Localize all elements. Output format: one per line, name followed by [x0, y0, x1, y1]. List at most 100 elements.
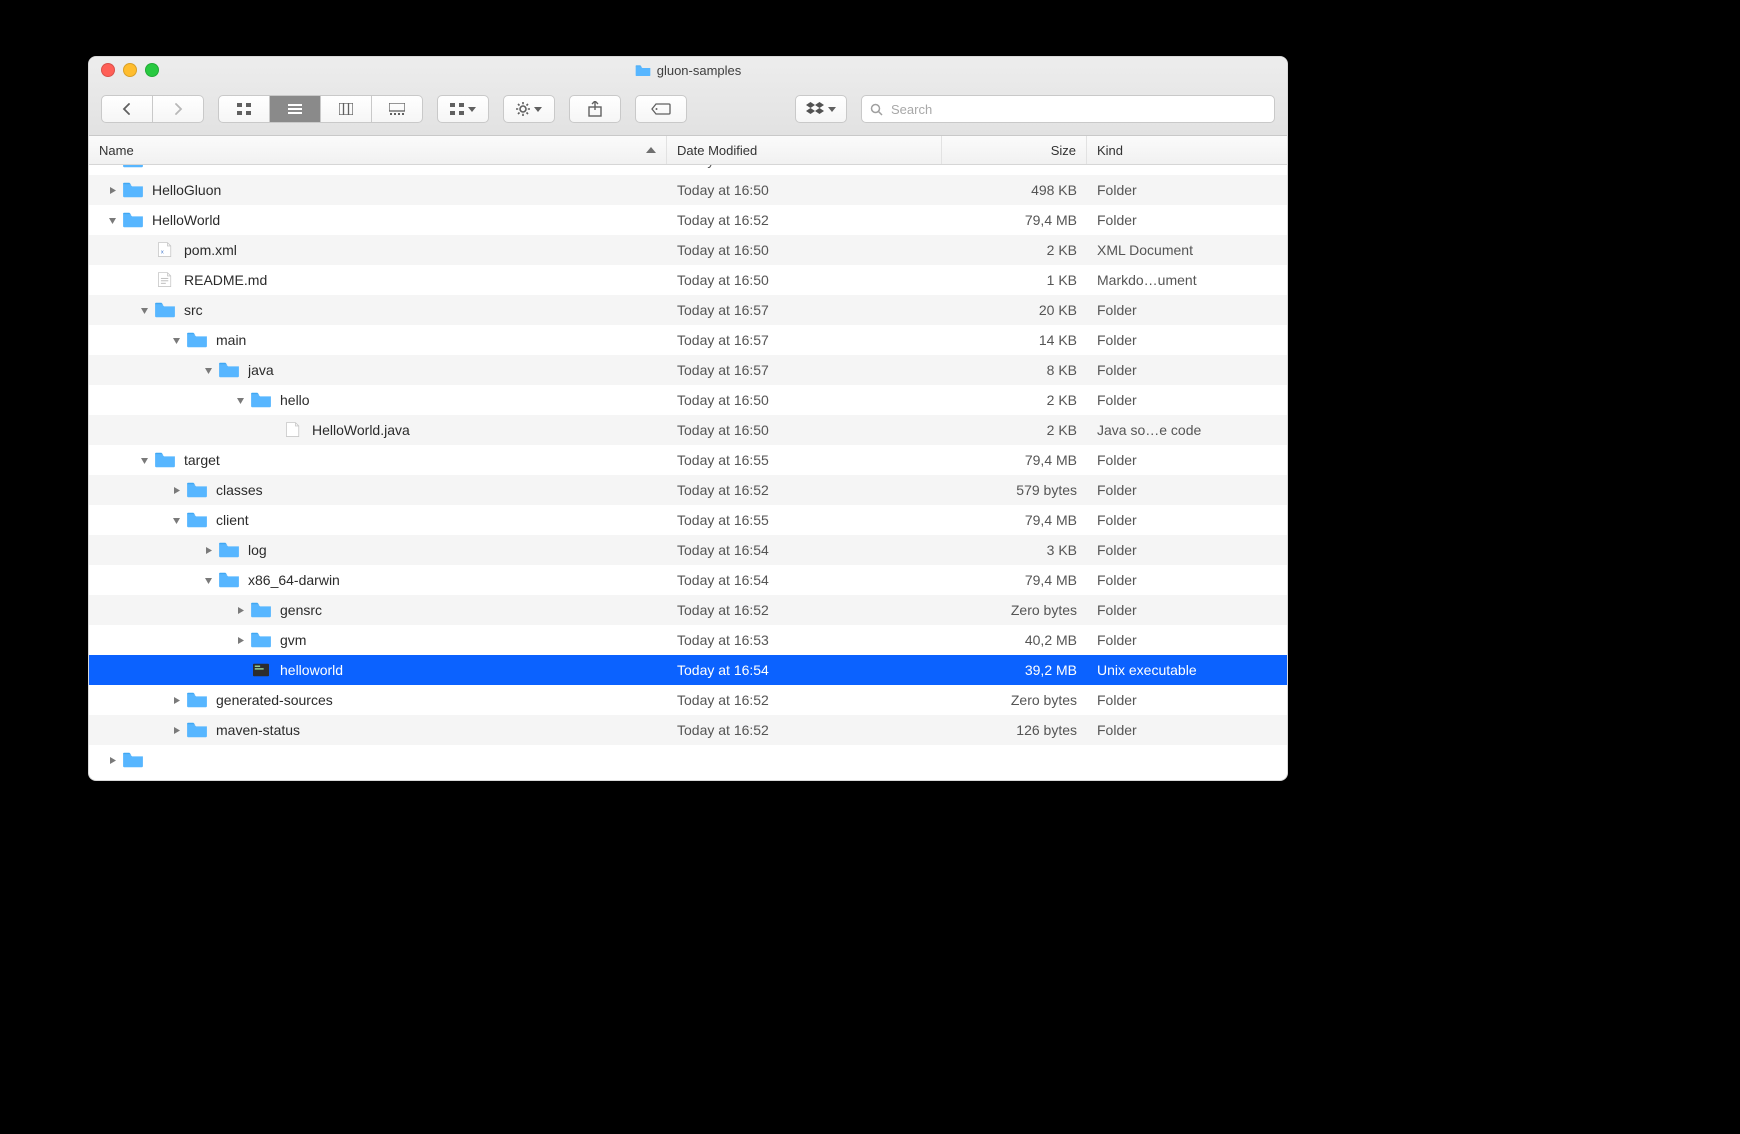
file-row[interactable]: logToday at 16:543 KBFolder [89, 535, 1287, 565]
file-row[interactable]: targetToday at 16:5579,4 MBFolder [89, 445, 1287, 475]
file-row[interactable]: generated-sourcesToday at 16:52Zero byte… [89, 685, 1287, 715]
disclosure-triangle-icon[interactable] [203, 576, 214, 585]
disclosure-triangle-icon[interactable] [235, 606, 246, 615]
window-title: gluon-samples [89, 63, 1287, 78]
gear-icon [516, 102, 530, 116]
file-date: Today at 16:57 [667, 332, 942, 348]
column-header-kind[interactable]: Kind [1087, 136, 1287, 164]
file-list[interactable]: HelloFXMLToday at 16:5013 KBFolderHelloG… [89, 165, 1287, 780]
file-kind: Unix executable [1087, 662, 1287, 678]
file-name: HelloFXML [152, 165, 221, 168]
finder-window: gluon-samples [88, 56, 1288, 781]
file-name: HelloGluon [152, 182, 221, 198]
disclosure-triangle-icon[interactable] [107, 216, 118, 225]
gallery-view-button[interactable] [372, 95, 423, 123]
file-name: pom.xml [184, 242, 237, 258]
column-header-size-label: Size [1051, 143, 1076, 158]
column-header-date[interactable]: Date Modified [667, 136, 942, 164]
javafile-icon [282, 421, 304, 439]
close-button[interactable] [101, 63, 115, 77]
file-name: java [248, 362, 274, 378]
action-menu-button[interactable] [503, 95, 555, 123]
file-date: Today at 16:54 [667, 572, 942, 588]
file-row[interactable]: HelloGluonToday at 16:50498 KBFolder [89, 175, 1287, 205]
file-size: 2 KB [942, 392, 1087, 408]
file-size: 498 KB [942, 182, 1087, 198]
file-row[interactable]: HelloFXMLToday at 16:5013 KBFolder [89, 165, 1287, 175]
file-kind: Folder [1087, 542, 1287, 558]
maximize-button[interactable] [145, 63, 159, 77]
edit-tags-button[interactable] [635, 95, 687, 123]
disclosure-triangle-icon[interactable] [171, 486, 182, 495]
disclosure-triangle-icon[interactable] [235, 396, 246, 405]
file-name: HelloWorld.java [312, 422, 410, 438]
dropbox-button[interactable] [795, 95, 847, 123]
file-name: target [184, 452, 220, 468]
disclosure-triangle-icon[interactable] [171, 516, 182, 525]
file-row[interactable]: srcToday at 16:5720 KBFolder [89, 295, 1287, 325]
disclosure-triangle-icon[interactable] [139, 306, 150, 315]
folder-icon [186, 721, 208, 739]
column-header-name[interactable]: Name [89, 136, 667, 164]
file-kind: Folder [1087, 362, 1287, 378]
file-row[interactable]: HelloWorld.javaToday at 16:502 KBJava so… [89, 415, 1287, 445]
file-date: Today at 16:54 [667, 662, 942, 678]
file-row[interactable]: helloworldToday at 16:5439,2 MBUnix exec… [89, 655, 1287, 685]
file-date: Today at 16:52 [667, 692, 942, 708]
disclosure-triangle-icon[interactable] [171, 726, 182, 735]
file-name: x86_64-darwin [248, 572, 340, 588]
file-kind: Folder [1087, 722, 1287, 738]
file-row[interactable]: README.mdToday at 16:501 KBMarkdo…ument [89, 265, 1287, 295]
back-button[interactable] [101, 95, 153, 123]
column-header-name-label: Name [99, 143, 134, 158]
file-name: gvm [280, 632, 306, 648]
file-row[interactable]: clientToday at 16:5579,4 MBFolder [89, 505, 1287, 535]
disclosure-triangle-icon[interactable] [171, 336, 182, 345]
disclosure-triangle-icon[interactable] [235, 636, 246, 645]
chevron-down-icon [828, 107, 836, 112]
disclosure-triangle-icon[interactable] [107, 756, 118, 765]
icon-view-button[interactable] [218, 95, 270, 123]
group-by-button[interactable] [437, 95, 489, 123]
disclosure-triangle-icon[interactable] [203, 366, 214, 375]
minimize-button[interactable] [123, 63, 137, 77]
file-row[interactable]: maven-statusToday at 16:52126 bytesFolde… [89, 715, 1287, 745]
grid-icon [237, 103, 251, 115]
file-size: 1 KB [942, 272, 1087, 288]
disclosure-triangle-icon[interactable] [139, 456, 150, 465]
file-kind: Folder [1087, 452, 1287, 468]
disclosure-triangle-icon[interactable] [171, 696, 182, 705]
file-size: 39,2 MB [942, 662, 1087, 678]
share-button[interactable] [569, 95, 621, 123]
file-row[interactable] [89, 745, 1287, 775]
disclosure-triangle-icon[interactable] [107, 186, 118, 195]
search-input[interactable] [889, 101, 1266, 118]
file-row[interactable]: gensrcToday at 16:52Zero bytesFolder [89, 595, 1287, 625]
dropbox-icon [806, 102, 824, 116]
file-row[interactable]: classesToday at 16:52579 bytesFolder [89, 475, 1287, 505]
file-row[interactable]: javaToday at 16:578 KBFolder [89, 355, 1287, 385]
file-kind: Folder [1087, 602, 1287, 618]
file-size: 14 KB [942, 332, 1087, 348]
list-view-button[interactable] [270, 95, 321, 123]
file-row[interactable]: mainToday at 16:5714 KBFolder [89, 325, 1287, 355]
file-date: Today at 16:54 [667, 542, 942, 558]
file-size: 2 KB [942, 242, 1087, 258]
column-view-button[interactable] [321, 95, 372, 123]
search-field[interactable] [861, 95, 1275, 123]
file-row[interactable]: HelloWorldToday at 16:5279,4 MBFolder [89, 205, 1287, 235]
file-row[interactable]: gvmToday at 16:5340,2 MBFolder [89, 625, 1287, 655]
chevron-down-icon [534, 107, 542, 112]
file-row[interactable]: helloToday at 16:502 KBFolder [89, 385, 1287, 415]
forward-button[interactable] [153, 95, 204, 123]
tag-icon [651, 103, 671, 115]
column-header-size[interactable]: Size [942, 136, 1087, 164]
file-kind: Folder [1087, 692, 1287, 708]
columns-icon [339, 103, 353, 115]
file-row[interactable]: x86_64-darwinToday at 16:5479,4 MBFolder [89, 565, 1287, 595]
disclosure-triangle-icon[interactable] [203, 546, 214, 555]
file-date: Today at 16:53 [667, 632, 942, 648]
folder-icon [186, 481, 208, 499]
file-row[interactable]: xpom.xmlToday at 16:502 KBXML Document [89, 235, 1287, 265]
folder-icon [186, 331, 208, 349]
